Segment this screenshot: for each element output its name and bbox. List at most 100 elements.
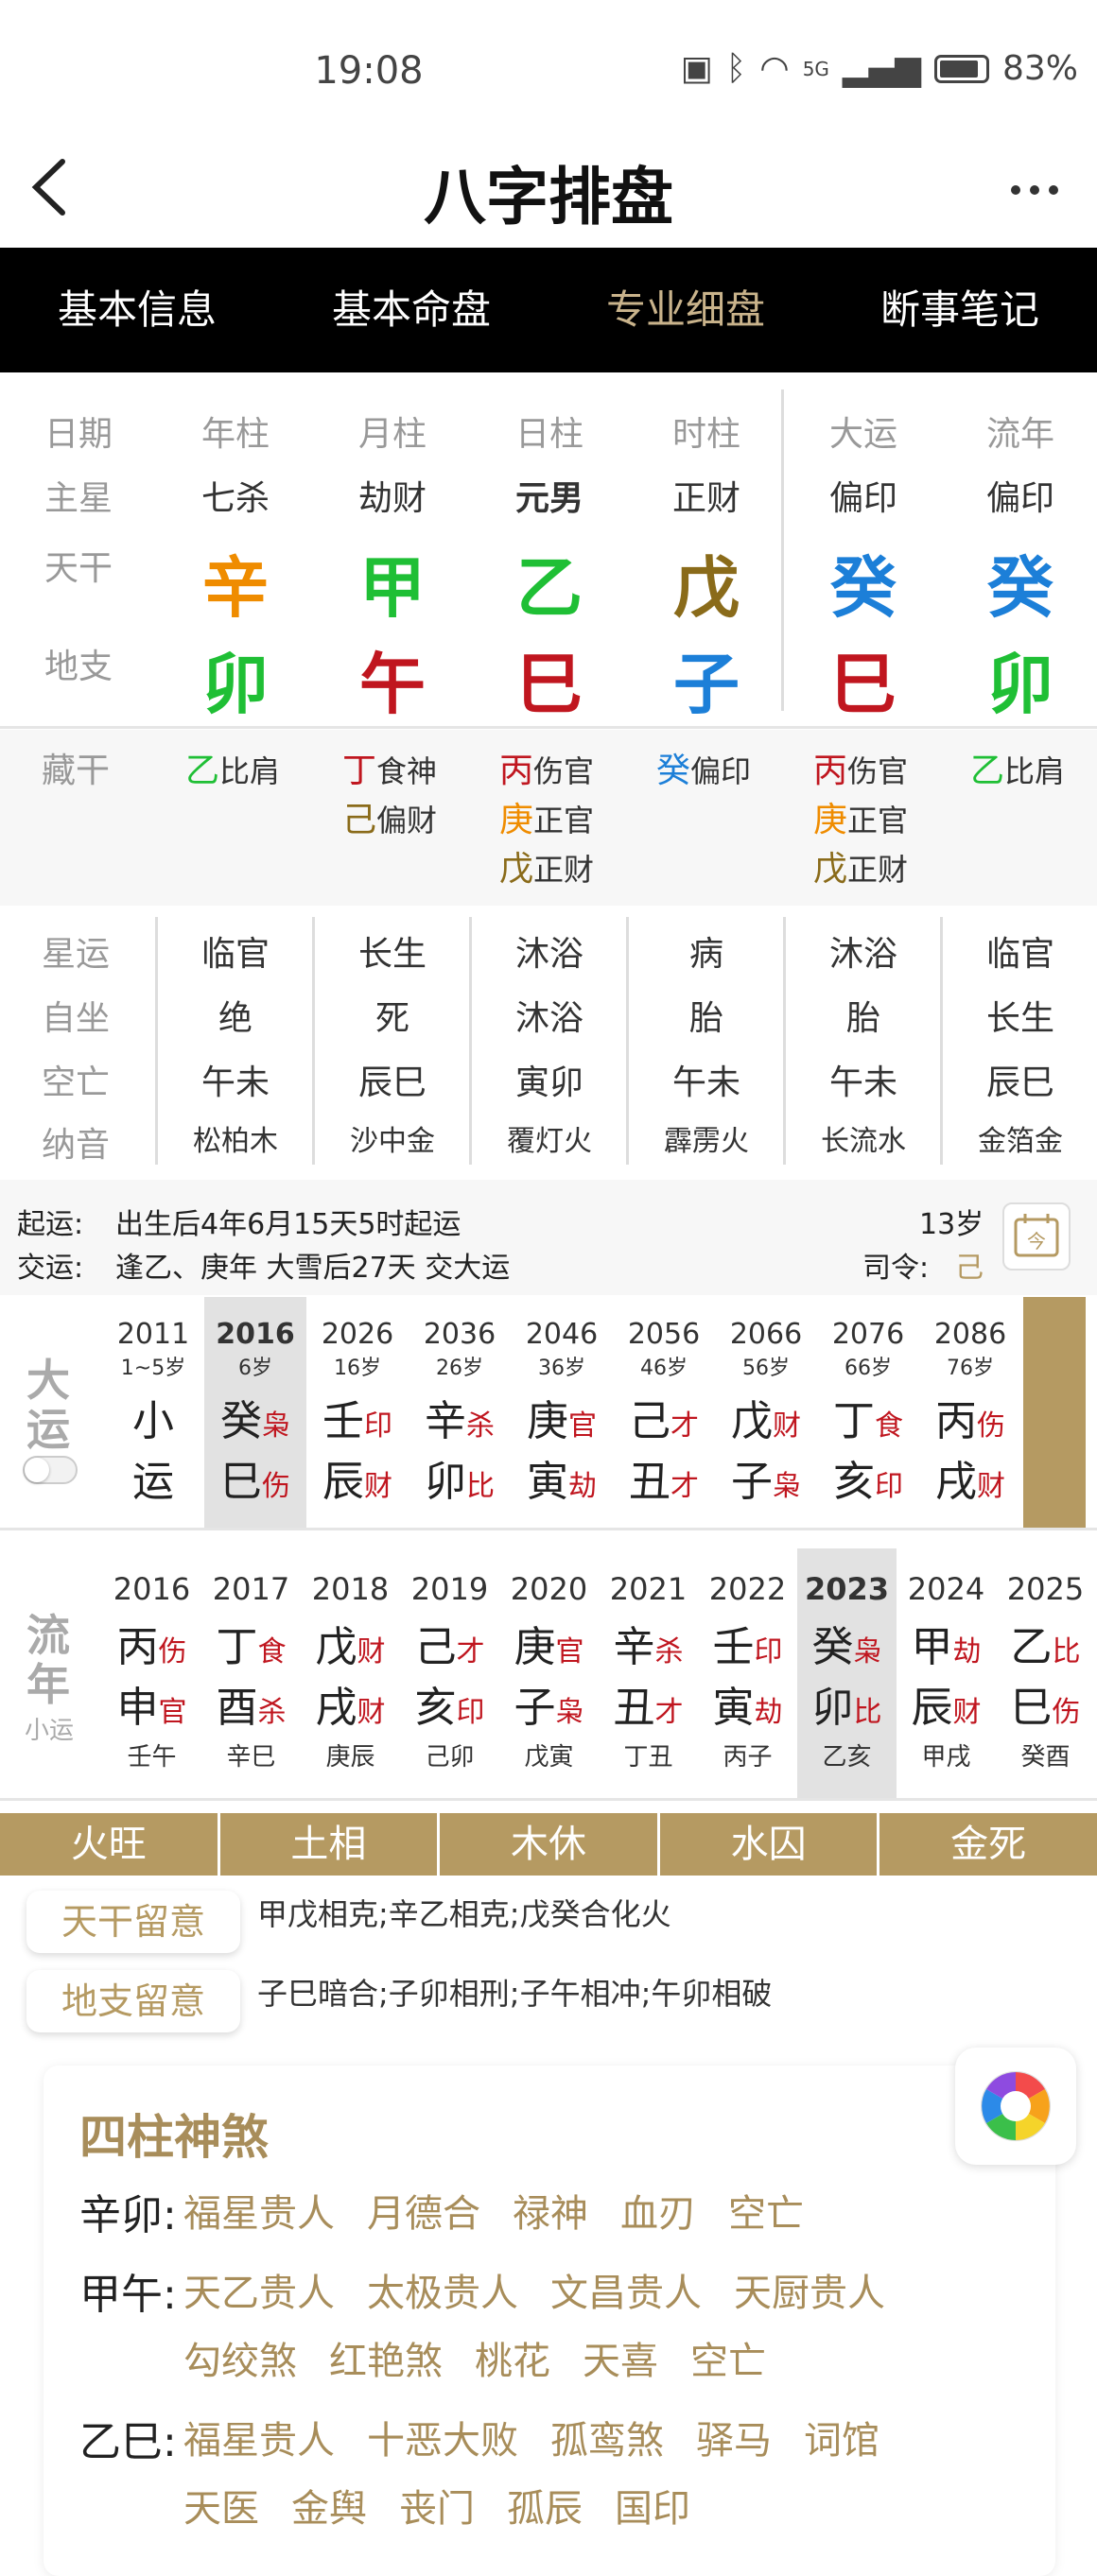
shensha-item[interactable]: 空亡 [690, 2330, 766, 2385]
shensha-item[interactable]: 红艳煞 [329, 2330, 443, 2385]
shensha-item[interactable]: 丧门 [399, 2478, 475, 2533]
liunian-branch-row: 寅劫 [698, 1673, 797, 1734]
hidden-stem-item: 乙比肩 [185, 743, 280, 792]
dayun-item[interactable]: 2036 26岁 辛杀 卯比 [409, 1297, 511, 1528]
shensha-pillar: 乙巳: [79, 2418, 177, 2466]
shensha-item[interactable]: 太极贵人 [367, 2262, 518, 2317]
dayun-toggle[interactable] [23, 1456, 78, 1484]
calendar-button[interactable]: 今 [1002, 1202, 1071, 1271]
liunian-item[interactable]: 2022 壬印 寅劫 丙子 [698, 1548, 797, 1798]
shensha-item[interactable]: 天医 [183, 2478, 259, 2533]
shensha-item[interactable]: 月德合 [367, 2183, 480, 2238]
shensha-item[interactable]: 勾绞煞 [183, 2330, 297, 2385]
floating-share-button[interactable] [955, 2048, 1076, 2165]
liunian-item[interactable]: 2024 甲劫 辰财 甲戌 [897, 1548, 996, 1798]
liunian-item[interactable]: 2021 辛杀 丑才 丁丑 [599, 1548, 698, 1798]
shensha-item[interactable]: 金舆 [291, 2478, 367, 2533]
dayun-stem-row: 丁食 [817, 1387, 919, 1447]
dayun-branch-row: 辰财 [306, 1447, 409, 1508]
liunian-item[interactable]: 2023 癸枭 卯比 乙亥 [797, 1548, 897, 1798]
dayun-branch-row: 子枭 [715, 1447, 817, 1508]
dayun-year: 2046 [525, 1318, 599, 1351]
hidden-stem-char: 乙 [970, 752, 1005, 790]
tab-0[interactable]: 基本信息 [0, 248, 274, 372]
dayun-item[interactable]: 2026 16岁 壬印 辰财 [306, 1297, 409, 1528]
extra-row-value: 胎 [845, 999, 880, 1038]
battery-level: 83% [1001, 49, 1078, 88]
liunian-item[interactable]: 2019 己才 亥印 己卯 [400, 1548, 499, 1798]
extra-divider [469, 917, 472, 1165]
dayun-item[interactable]: 2066 56岁 戊财 子枭 [715, 1297, 817, 1528]
extra-row-value: 临官 [200, 935, 270, 974]
shensha-item[interactable]: 天喜 [583, 2330, 658, 2385]
shensha-item[interactable]: 十恶大败 [367, 2410, 518, 2464]
extra-row-value: 午未 [671, 1063, 740, 1102]
hidden-stem-item: 己偏财 [342, 792, 437, 841]
dayun-branch-row: 丑才 [613, 1447, 715, 1508]
liunian-stem-god: 才 [456, 1635, 485, 1668]
hidden-stem-item: 庚正官 [813, 792, 908, 841]
dayun-item[interactable]: 2056 46岁 己才 丑才 [613, 1297, 715, 1528]
dayun-item[interactable]: 2016 6岁 癸枭 巳伤 [204, 1297, 306, 1528]
liunian-item[interactable]: 2020 庚官 子枭 戊寅 [499, 1548, 599, 1798]
dayun-item[interactable]: 2046 36岁 庚官 寅劫 [511, 1297, 613, 1528]
dayun-stem-row: 己才 [613, 1387, 715, 1447]
liunian-item[interactable]: 2017 丁食 酉杀 辛巳 [201, 1548, 301, 1798]
shensha-item[interactable]: 福星贵人 [183, 2410, 335, 2464]
hidden-stem-item: 丁食神 [342, 743, 437, 792]
liunian-item[interactable]: 2018 戊财 戌财 庚辰 [301, 1548, 400, 1798]
dayun-age: 1~5岁 [120, 1357, 186, 1380]
column-header: 时柱 [671, 415, 740, 454]
shensha-item[interactable]: 驿马 [696, 2410, 772, 2464]
liunian-item[interactable]: 2025 乙比 巳伤 癸酉 [996, 1548, 1095, 1798]
dayun-year: 2016 [216, 1318, 295, 1351]
signal-icon: ▂▄▆ [842, 49, 921, 88]
liunian-xiaoyun: 庚辰 [325, 1743, 375, 1772]
hidden-stem-char: 庚 [499, 801, 534, 839]
shensha-item[interactable]: 词馆 [804, 2410, 879, 2464]
five-elements-bar: 火旺 土相 木休 水囚 金死 [0, 1813, 1097, 1876]
dayun-stem: 壬 [322, 1397, 364, 1445]
hidden-stem-god: 正财 [533, 852, 595, 888]
liunian-stem-god: 伤 [158, 1635, 187, 1668]
shensha-item[interactable]: 桃花 [475, 2330, 550, 2385]
hidden-stem-item: 庚正官 [499, 792, 594, 841]
dayun-item[interactable]: 2076 66岁 丁食 亥印 [817, 1297, 919, 1528]
column-header: 日柱 [514, 415, 583, 454]
more-icon[interactable] [1006, 150, 1063, 221]
liunian-item[interactable]: 2016 丙伤 申官 壬午 [102, 1548, 201, 1798]
stem-notice-text: 甲戊相克;辛乙相克;戊癸合化火 [257, 1896, 671, 1932]
dayun-branch-row: 亥印 [817, 1447, 919, 1508]
liunian-year: 2019 [410, 1571, 489, 1607]
earthly-branch: 巳 [830, 646, 897, 723]
extra-row-label: 星运 [41, 935, 110, 974]
shensha-item[interactable]: 血刃 [620, 2183, 696, 2238]
hidden-stem-char: 丁 [342, 752, 377, 790]
liunian-branch-row: 戌财 [301, 1673, 400, 1734]
tab-1[interactable]: 基本命盘 [274, 248, 548, 372]
liunian-branch: 酉 [216, 1684, 258, 1732]
dayun-branch-god: 印 [875, 1470, 903, 1503]
tab-2[interactable]: 专业细盘 [548, 248, 823, 372]
extra-divider [626, 917, 629, 1165]
liunian-branch: 子 [514, 1684, 556, 1732]
hidden-stem-char: 庚 [813, 801, 848, 839]
dayun-item[interactable]: 2011 1~5岁小运 [102, 1297, 204, 1528]
shensha-item[interactable]: 福星贵人 [183, 2183, 335, 2238]
shensha-item[interactable]: 天乙贵人 [183, 2262, 335, 2317]
shensha-item[interactable]: 禄神 [513, 2183, 588, 2238]
dayun-year: 2011 [116, 1318, 190, 1351]
dayun-branch-row: 运 [102, 1447, 204, 1508]
liunian-title-2: 年 [26, 1659, 70, 1710]
shensha-item[interactable]: 孤辰 [507, 2478, 583, 2533]
shensha-item[interactable]: 孤鸾煞 [550, 2410, 664, 2464]
hidden-stem-char: 乙 [185, 752, 220, 790]
shensha-item[interactable]: 空亡 [728, 2183, 804, 2238]
dayun-age: 6岁 [238, 1357, 272, 1380]
dayun-scroll-handle[interactable] [1023, 1297, 1086, 1528]
dayun-item[interactable]: 2086 76岁 丙伤 戌财 [919, 1297, 1021, 1528]
shensha-item[interactable]: 国印 [615, 2478, 690, 2533]
tab-3[interactable]: 断事笔记 [823, 248, 1097, 372]
shensha-item[interactable]: 天厨贵人 [734, 2262, 885, 2317]
shensha-item[interactable]: 文昌贵人 [550, 2262, 702, 2317]
